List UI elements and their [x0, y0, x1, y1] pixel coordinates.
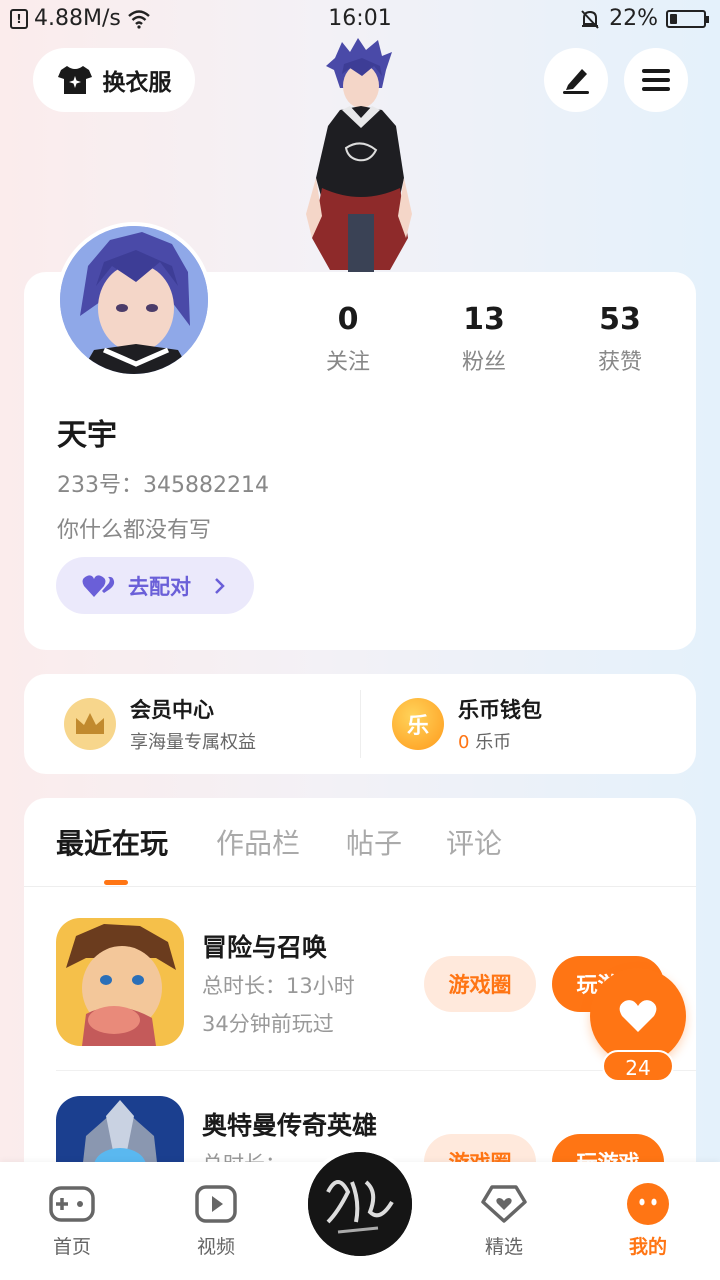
wallet-balance: 0 乐币: [458, 728, 542, 754]
nav-video[interactable]: 视频: [166, 1182, 266, 1259]
chevron-right-icon: [215, 577, 225, 594]
crown-icon: [64, 698, 116, 750]
game-last-played: 34分钟前玩过: [202, 1012, 334, 1036]
hearts-icon: [82, 574, 115, 597]
stat-fans[interactable]: 13 粉丝: [424, 300, 544, 376]
menu-icon: [642, 69, 670, 91]
tab-posts[interactable]: 帖子: [346, 822, 402, 862]
stat-following[interactable]: 0 关注: [288, 300, 408, 376]
game-name: 奥特曼传奇英雄: [202, 1111, 378, 1140]
edit-icon: [563, 69, 589, 94]
tab-indicator: [104, 880, 128, 885]
game-name: 冒险与召唤: [202, 933, 328, 962]
change-outfit-label: 换衣服: [102, 70, 172, 96]
wallet-unit: 乐币: [475, 732, 512, 753]
match-label: 去配对: [128, 574, 191, 599]
nav-featured-label: 精选: [484, 1236, 523, 1258]
avatar-character-figure[interactable]: [300, 38, 420, 273]
avatar-image: [60, 226, 208, 374]
stat-likes-label: 获赞: [597, 350, 642, 375]
bell-muted-icon: [581, 9, 599, 29]
coin-icon-char: 乐: [406, 714, 429, 739]
battery-percent: 22%: [609, 6, 658, 31]
video-icon: [195, 1185, 237, 1223]
gamepad-icon: [49, 1186, 95, 1222]
battery-fill: [670, 13, 678, 24]
game-circle-button[interactable]: 游戏圈: [424, 956, 536, 1012]
username: 天宇: [57, 418, 117, 453]
nav-mine[interactable]: 我的: [598, 1182, 698, 1259]
stat-likes-value: 53: [599, 302, 641, 337]
nav-video-label: 视频: [196, 1236, 235, 1258]
heart-box-icon: [481, 1185, 527, 1223]
tab-comments[interactable]: 评论: [446, 822, 502, 862]
nav-home-label: 首页: [52, 1236, 91, 1258]
member-center-subtitle: 享海量专属权益: [130, 732, 256, 753]
user-bio[interactable]: 你什么都没有写: [57, 512, 211, 544]
status-bar: ! 4.88M/s 16:01 22%: [0, 0, 720, 38]
clock: 16:01: [328, 6, 392, 31]
battery-icon: [666, 9, 709, 28]
shirt-icon: [57, 66, 92, 94]
wallet-amount: 0: [458, 732, 470, 753]
member-center-entry[interactable]: 会员中心 享海量专属权益: [64, 694, 256, 754]
tabs-divider: [24, 886, 696, 887]
like-count-badge: 24: [602, 1050, 674, 1082]
menu-button[interactable]: [624, 48, 688, 112]
user-id: 233号：345882214: [57, 473, 269, 498]
list-item[interactable]: 冒险与召唤 总时长：13小时 34分钟前玩过 游戏圈 玩游戏: [56, 918, 666, 1068]
coin-icon: 乐: [392, 698, 444, 750]
face-icon: [627, 1183, 669, 1225]
nav-featured[interactable]: 精选: [454, 1182, 554, 1259]
nav-center-avatar[interactable]: [304, 1148, 416, 1260]
tab-works[interactable]: 作品栏: [216, 822, 300, 862]
vip-divider: [360, 690, 361, 758]
stat-fans-label: 粉丝: [461, 350, 506, 375]
tab-recently-played[interactable]: 最近在玩: [56, 822, 168, 862]
nav-home[interactable]: 首页: [22, 1182, 122, 1259]
center-avatar-image: [308, 1152, 412, 1256]
match-button[interactable]: 去配对: [56, 557, 254, 614]
wallet-entry[interactable]: 乐 乐币钱包 0 乐币: [392, 694, 542, 754]
game-icon: [56, 918, 184, 1046]
stat-following-value: 0: [337, 302, 359, 337]
game-duration: 总时长：13小时: [202, 974, 355, 998]
wallet-title: 乐币钱包: [458, 698, 542, 722]
change-outfit-button[interactable]: 换衣服: [33, 48, 195, 112]
avatar[interactable]: [56, 222, 212, 378]
member-center-title: 会员中心: [130, 698, 214, 722]
stat-fans-value: 13: [463, 302, 505, 337]
heart-icon: [619, 1000, 657, 1032]
edit-button[interactable]: [544, 48, 608, 112]
stat-likes[interactable]: 53 获赞: [560, 300, 680, 376]
stat-following-label: 关注: [325, 350, 370, 375]
nav-mine-label: 我的: [628, 1236, 667, 1258]
row-divider: [56, 1070, 696, 1071]
